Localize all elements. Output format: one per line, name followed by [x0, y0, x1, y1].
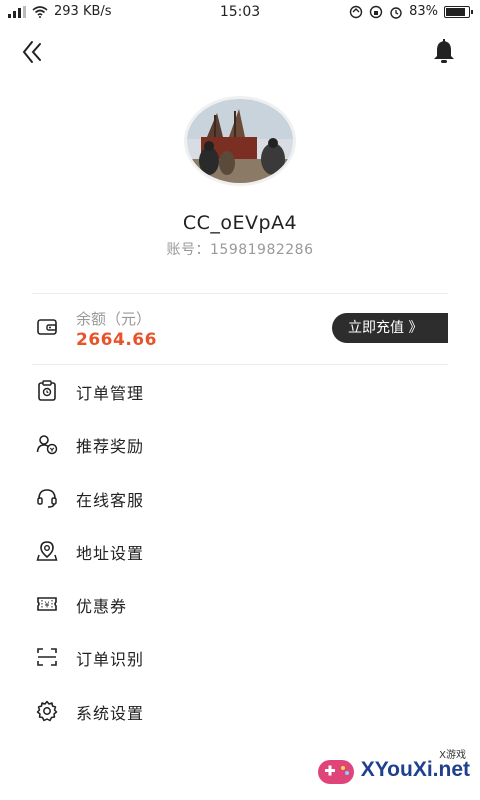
top-bar — [0, 30, 480, 74]
back-button[interactable] — [18, 36, 50, 68]
menu-list: 订单管理 推荐奖励 在线客服 地址设置 ¥ 优惠券 订单识别 系统设置 — [0, 364, 480, 737]
menu-item-customer-service[interactable]: 在线客服 — [0, 471, 480, 524]
account-number: 账号：15981982286 — [166, 242, 314, 258]
watermark-name: XYouXi.net — [360, 758, 470, 781]
balance-amount: 2664.66 — [76, 330, 157, 350]
scan-icon — [37, 648, 57, 667]
status-right: 83% — [349, 4, 473, 19]
double-chevron-left-icon — [22, 41, 41, 63]
lock-rotation-icon — [369, 5, 383, 18]
menu-item-order-scan[interactable]: 订单识别 — [0, 630, 480, 683]
alarm-icon — [390, 6, 402, 19]
headset-icon — [37, 488, 57, 508]
location-icon — [36, 541, 58, 561]
bell-icon — [434, 39, 454, 63]
menu-item-coupons[interactable]: ¥ 优惠券 — [0, 577, 480, 630]
menu-item-orders[interactable]: 订单管理 — [0, 364, 480, 417]
menu-item-recommend[interactable]: 推荐奖励 — [0, 417, 480, 470]
avatar-photo — [187, 99, 293, 183]
username: CC_oEVpA4 — [182, 212, 298, 234]
site-watermark: X游戏 XYouXi.net — [300, 742, 480, 800]
order-icon — [38, 380, 56, 401]
battery-percent: 83% — [409, 4, 438, 19]
divider — [32, 293, 448, 294]
balance-label: 余额（元） — [76, 310, 152, 328]
coupon-icon: ¥ — [37, 597, 57, 611]
menu-item-label: 订单识别 — [76, 650, 145, 670]
menu-item-label: 推荐奖励 — [76, 437, 145, 457]
svg-text:¥: ¥ — [44, 601, 49, 610]
gear-icon — [36, 700, 58, 722]
menu-item-label: 订单管理 — [76, 384, 145, 403]
recharge-button[interactable]: 立即充值 》 — [332, 313, 448, 343]
menu-item-address[interactable]: 地址设置 — [0, 524, 480, 577]
avatar[interactable] — [184, 96, 296, 186]
recommend-icon — [36, 435, 58, 455]
gamepad-logo-icon — [318, 760, 354, 784]
menu-item-label: 系统设置 — [76, 703, 145, 723]
menu-item-label: 在线客服 — [76, 490, 145, 510]
notification-button[interactable] — [428, 36, 460, 68]
menu-item-settings[interactable]: 系统设置 — [0, 684, 480, 737]
wallet-icon — [37, 319, 57, 335]
battery-fill — [446, 7, 465, 16]
balance-section: 余额（元） 2664.66 立即充值 》 — [0, 298, 480, 360]
sync-icon — [349, 5, 363, 18]
menu-item-label: 优惠券 — [76, 597, 128, 617]
status-bar: 293 KB/s 15:03 83% — [0, 0, 480, 26]
battery-icon — [444, 5, 473, 18]
menu-item-label: 地址设置 — [76, 543, 145, 563]
